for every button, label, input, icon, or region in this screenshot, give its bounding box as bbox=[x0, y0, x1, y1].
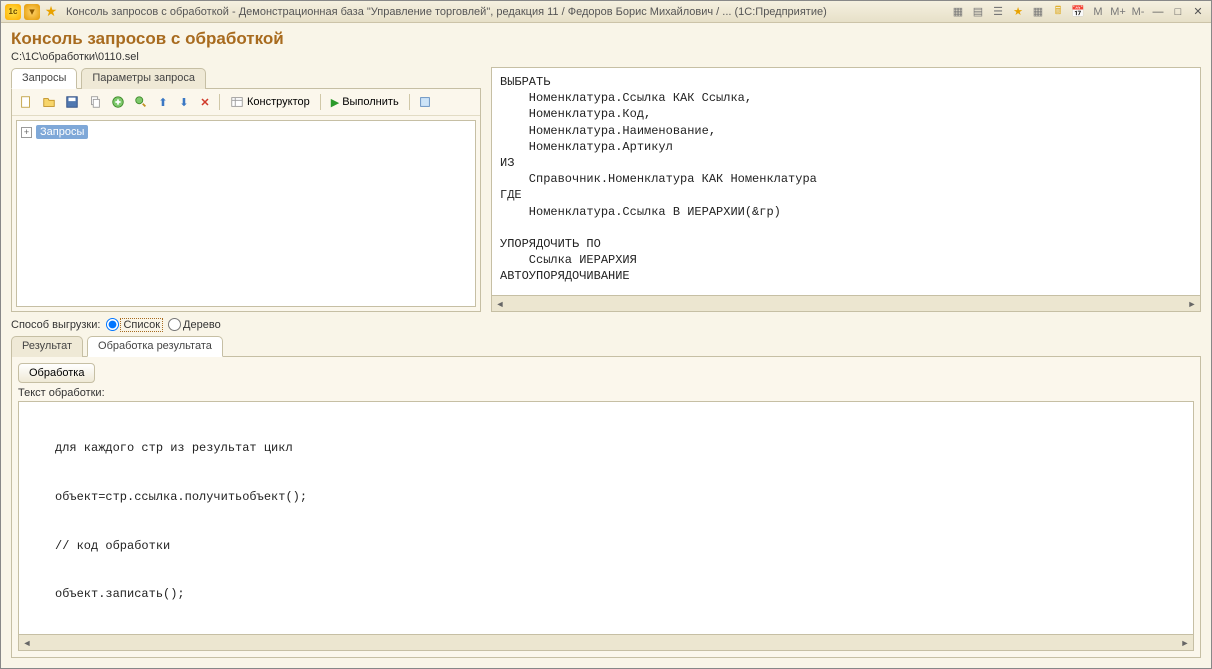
save-icon[interactable] bbox=[62, 93, 82, 111]
query-text[interactable]: ВЫБРАТЬ Номенклатура.Ссылка КАК Ссылка, … bbox=[491, 67, 1201, 296]
query-text-column: ВЫБРАТЬ Номенклатура.Ссылка КАК Ссылка, … bbox=[491, 67, 1201, 312]
minimize-button[interactable]: — bbox=[1149, 4, 1167, 20]
processing-hscrollbar[interactable]: ◄ ► bbox=[18, 635, 1194, 651]
upper-tabs: Запросы Параметры запроса bbox=[11, 67, 481, 89]
tab-processing[interactable]: Обработка результата bbox=[87, 336, 223, 357]
m-plus-button[interactable]: M+ bbox=[1109, 4, 1127, 20]
tb-icon-1[interactable]: ▦ bbox=[949, 4, 967, 20]
calculator-icon[interactable]: 🖩 bbox=[1049, 4, 1067, 20]
processing-text[interactable]: для каждого стр из результат цикл объект… bbox=[18, 401, 1194, 635]
page-title: Консоль запросов с обработкой bbox=[11, 29, 1201, 49]
export-icon[interactable] bbox=[415, 93, 435, 111]
export-tree-label: Дерево bbox=[183, 319, 221, 331]
export-tree-radio[interactable] bbox=[168, 318, 181, 331]
proc-line: объект.записать(); bbox=[27, 586, 1185, 602]
logo-1c-icon: 1c bbox=[5, 4, 21, 20]
maximize-button[interactable]: □ bbox=[1169, 4, 1187, 20]
tree-root-label: Запросы bbox=[36, 125, 88, 139]
execute-button[interactable]: ▶ Выполнить bbox=[326, 93, 404, 111]
move-down-icon[interactable]: ⬇ bbox=[175, 93, 193, 111]
export-list-option[interactable]: Список bbox=[106, 318, 162, 331]
queries-panel: ⬆ ⬇ ✕ Конструктор ▶ Выполнить bbox=[11, 89, 481, 312]
proc-line: // код обработки bbox=[27, 538, 1185, 554]
tb-icon-4[interactable]: ▦ bbox=[1029, 4, 1047, 20]
constructor-button[interactable]: Конструктор bbox=[225, 93, 315, 111]
constructor-label: Конструктор bbox=[247, 96, 310, 108]
processing-button[interactable]: Обработка bbox=[18, 363, 95, 383]
tab-queries[interactable]: Запросы bbox=[11, 68, 77, 89]
proc-line: объект=стр.ссылка.получитьобъект(); bbox=[27, 489, 1185, 505]
new-icon[interactable] bbox=[16, 93, 36, 111]
queries-toolbar: ⬆ ⬇ ✕ Конструктор ▶ Выполнить bbox=[12, 89, 480, 116]
toolbar-separator-1 bbox=[219, 94, 220, 110]
queries-tree[interactable]: + Запросы bbox=[16, 120, 476, 307]
file-path: C:\1C\обработки\0110.sel bbox=[11, 51, 1201, 63]
export-list-label: Список bbox=[121, 319, 162, 331]
export-mode-row: Способ выгрузки: Список Дерево bbox=[11, 318, 1201, 331]
execute-label: Выполнить bbox=[342, 96, 398, 108]
open-icon[interactable] bbox=[39, 93, 59, 111]
toolbar-separator-3 bbox=[409, 94, 410, 110]
scroll-right-icon[interactable]: ► bbox=[1186, 298, 1198, 310]
queries-column: Запросы Параметры запроса bbox=[11, 67, 481, 312]
content: Консоль запросов с обработкой C:\1C\обра… bbox=[1, 23, 1211, 668]
export-tree-option[interactable]: Дерево bbox=[168, 318, 221, 331]
lower-area: Результат Обработка результата Обработка… bbox=[11, 335, 1201, 658]
export-mode-label: Способ выгрузки: bbox=[11, 319, 100, 331]
app-window: 1c ▾ ★ Консоль запросов с обработкой - Д… bbox=[0, 0, 1212, 669]
move-up-icon[interactable]: ⬆ bbox=[154, 93, 172, 111]
query-hscrollbar[interactable]: ◄ ► bbox=[491, 296, 1201, 312]
tb-star-icon[interactable]: ★ bbox=[1009, 4, 1027, 20]
close-button[interactable]: ✕ bbox=[1189, 4, 1207, 20]
processing-text-label: Текст обработки: bbox=[18, 387, 1194, 399]
copy-icon[interactable] bbox=[85, 93, 105, 111]
tb-icon-3[interactable]: ☰ bbox=[989, 4, 1007, 20]
delete-icon[interactable]: ✕ bbox=[196, 93, 214, 111]
add-child-icon[interactable] bbox=[131, 93, 151, 111]
processing-panel: Обработка Текст обработки: для каждого с… bbox=[11, 357, 1201, 658]
m-minus-button[interactable]: M- bbox=[1129, 4, 1147, 20]
favorite-icon[interactable]: ★ bbox=[43, 4, 59, 20]
export-list-radio[interactable] bbox=[106, 318, 119, 331]
calendar-icon[interactable]: 📅 bbox=[1069, 4, 1087, 20]
upper-area: Запросы Параметры запроса bbox=[11, 67, 1201, 312]
scroll-left-icon[interactable]: ◄ bbox=[494, 298, 506, 310]
tree-expand-icon[interactable]: + bbox=[21, 127, 32, 138]
titlebar-right: ▦ ▤ ☰ ★ ▦ 🖩 📅 M M+ M- — □ ✕ bbox=[949, 4, 1207, 20]
m-button[interactable]: M bbox=[1089, 4, 1107, 20]
add-icon[interactable] bbox=[108, 93, 128, 111]
window-title: Консоль запросов с обработкой - Демонстр… bbox=[66, 6, 949, 18]
tab-parameters[interactable]: Параметры запроса bbox=[81, 68, 206, 89]
tab-result[interactable]: Результат bbox=[11, 336, 83, 357]
titlebar: 1c ▾ ★ Консоль запросов с обработкой - Д… bbox=[1, 1, 1211, 23]
toolbar-separator-2 bbox=[320, 94, 321, 110]
tree-root-item[interactable]: + Запросы bbox=[21, 125, 471, 139]
proc-line: для каждого стр из результат цикл bbox=[27, 440, 1185, 456]
scroll-left-icon[interactable]: ◄ bbox=[21, 637, 33, 649]
dropdown-icon[interactable]: ▾ bbox=[24, 4, 40, 20]
scroll-right-icon[interactable]: ► bbox=[1179, 637, 1191, 649]
lower-tabs: Результат Обработка результата bbox=[11, 335, 1201, 357]
tb-icon-2[interactable]: ▤ bbox=[969, 4, 987, 20]
